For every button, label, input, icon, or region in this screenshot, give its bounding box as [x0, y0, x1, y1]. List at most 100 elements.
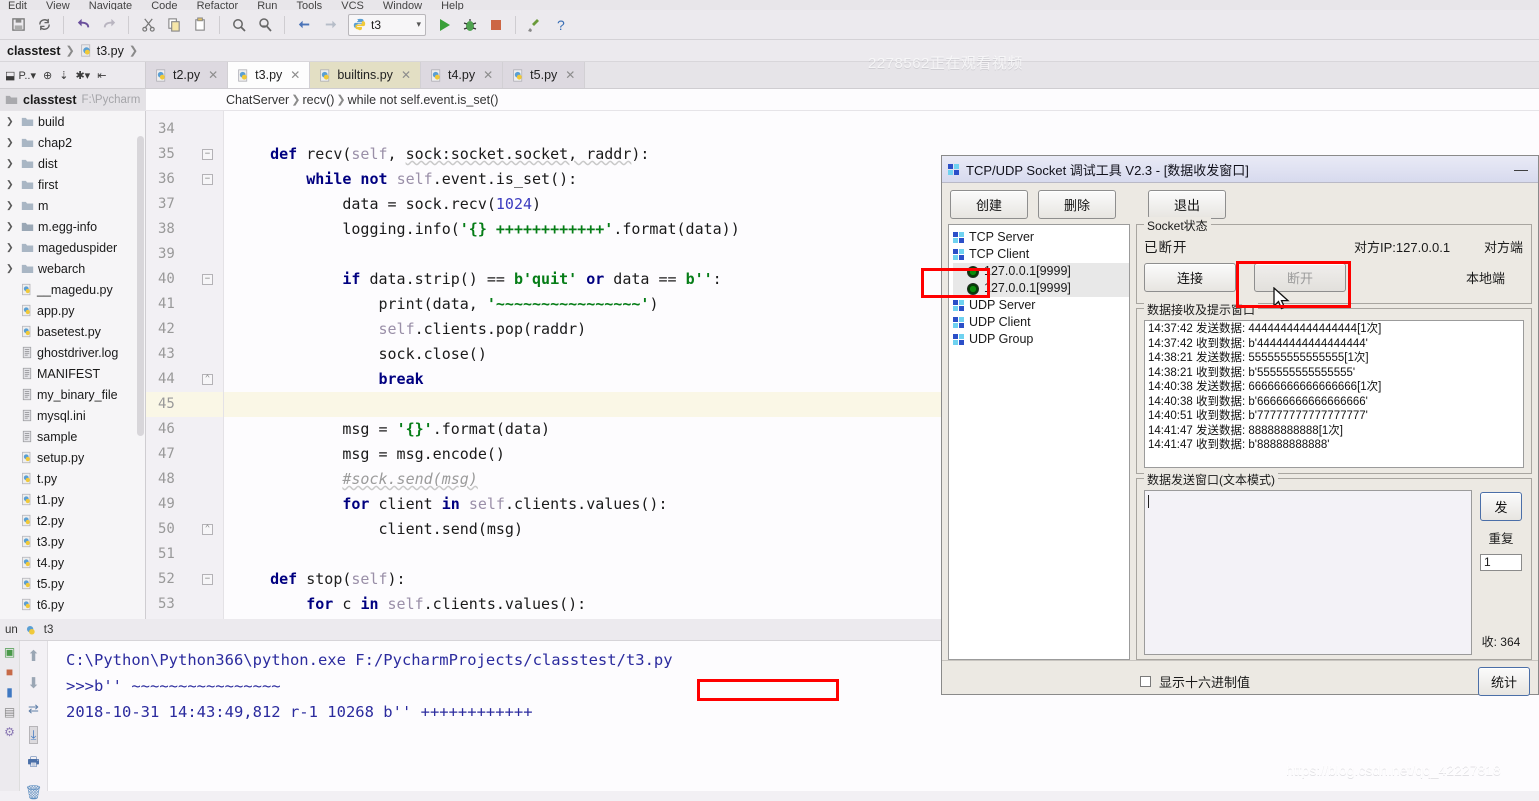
editor-tab-t3[interactable]: t3.py ✕: [228, 62, 311, 88]
send-button[interactable]: 发: [1480, 492, 1522, 521]
soft-wrap-icon[interactable]: ⇄: [28, 701, 39, 717]
forward-icon[interactable]: [318, 13, 342, 37]
editor-tab-t2[interactable]: t2.py ✕: [146, 62, 229, 88]
chevron-right-icon[interactable]: ❯: [6, 137, 17, 148]
tree-folder-m-egg-info[interactable]: ❯ m.egg-info: [0, 216, 145, 237]
tree-node-connection-2[interactable]: 127.0.0.1[9999]: [953, 280, 1129, 297]
menu-item-tools[interactable]: Tools: [296, 1, 322, 11]
back-icon[interactable]: [292, 13, 316, 37]
copy-icon[interactable]: [162, 13, 186, 37]
tree-folder-first[interactable]: ❯ first: [0, 174, 145, 195]
tree-file-t3-py[interactable]: t3.py: [0, 531, 145, 552]
stats-button[interactable]: 统计: [1478, 667, 1530, 696]
close-icon[interactable]: ✕: [290, 68, 300, 82]
code-breadcrumb-block[interactable]: while not self.event.is_set(): [348, 93, 499, 107]
sync-icon[interactable]: [32, 13, 56, 37]
tree-file-t2-py[interactable]: t2.py: [0, 510, 145, 531]
scroll-up-icon[interactable]: ⬆: [27, 647, 40, 665]
tree-node-udp-client[interactable]: UDP Client: [953, 314, 1129, 331]
tree-node-connection-1[interactable]: 127.0.0.1[9999]: [953, 263, 1129, 280]
debug-icon[interactable]: [458, 13, 482, 37]
find-replace-icon[interactable]: [253, 13, 277, 37]
menu-bar[interactable]: Edit View Navigate Code Refactor Run Too…: [0, 0, 1539, 10]
tree-folder-dist[interactable]: ❯ dist: [0, 153, 145, 174]
tree-folder-m[interactable]: ❯ m: [0, 195, 145, 216]
fold-toggle-icon[interactable]: −: [202, 274, 213, 285]
tree-folder-chap2[interactable]: ❯ chap2: [0, 132, 145, 153]
help-icon[interactable]: ?: [549, 13, 573, 37]
breadcrumb-item-project[interactable]: classtest: [4, 44, 64, 58]
tree-file-my-binary-file[interactable]: my_binary_file: [0, 384, 145, 405]
disconnect-button[interactable]: 断开: [1254, 263, 1346, 292]
undo-icon[interactable]: [71, 13, 95, 37]
tree-file-t5-py[interactable]: t5.py: [0, 573, 145, 594]
locate-icon[interactable]: ⊕: [43, 69, 52, 82]
run-icon[interactable]: [432, 13, 456, 37]
redo-icon[interactable]: [97, 13, 121, 37]
paste-icon[interactable]: [188, 13, 212, 37]
fold-toggle-icon[interactable]: −: [202, 574, 213, 585]
close-icon[interactable]: ✕: [483, 68, 493, 82]
tree-file-app-py[interactable]: app.py: [0, 300, 145, 321]
chevron-right-icon[interactable]: ❯: [6, 263, 17, 274]
chevron-right-icon[interactable]: ❯: [6, 200, 17, 211]
close-icon[interactable]: ✕: [208, 68, 218, 82]
editor-tab-t4[interactable]: t4.py ✕: [421, 62, 504, 88]
scroll-down-icon[interactable]: ⬇: [27, 674, 40, 692]
exit-button[interactable]: 退出: [1148, 190, 1226, 219]
tree-node-udp-server[interactable]: UDP Server: [953, 297, 1129, 314]
minimize-button[interactable]: —: [1514, 161, 1532, 177]
breadcrumb-item-file[interactable]: t3.py: [77, 44, 127, 58]
chevron-right-icon[interactable]: ❯: [6, 158, 17, 169]
stop-icon[interactable]: ■: [6, 665, 13, 679]
code-breadcrumb-class[interactable]: ChatServer: [226, 93, 289, 107]
menu-item-run[interactable]: Run: [257, 1, 277, 11]
tree-file-magedu[interactable]: __magedu.py: [0, 279, 145, 300]
print-icon[interactable]: 🖶: [27, 753, 39, 775]
menu-item-navigate[interactable]: Navigate: [89, 1, 132, 11]
editor-tab-t5[interactable]: t5.py ✕: [503, 62, 586, 88]
tree-file-sample[interactable]: sample: [0, 426, 145, 447]
project-root-header[interactable]: classtest F:\Pycharm: [0, 89, 146, 110]
send-textarea[interactable]: [1144, 490, 1472, 655]
connection-tree[interactable]: TCP Server TCP Client 127.0.0.1[9999] 12…: [948, 224, 1130, 660]
chevron-right-icon[interactable]: ❯: [6, 242, 17, 253]
hex-display-checkbox[interactable]: [1140, 676, 1151, 687]
chevron-right-icon[interactable]: ❯: [6, 116, 17, 127]
chevron-right-icon[interactable]: ❯: [6, 179, 17, 190]
menu-item-window[interactable]: Window: [383, 1, 422, 11]
tree-file-basetest-py[interactable]: basetest.py: [0, 321, 145, 342]
stop-icon[interactable]: [484, 13, 508, 37]
editor-gutter[interactable]: 34 35− 36− 37 38 39 40− 41 42 43 44 ⌃ 45 …: [146, 111, 224, 627]
tree-file-t-py[interactable]: t.py: [0, 468, 145, 489]
pause-icon[interactable]: ▤: [4, 705, 15, 719]
recv-log-box[interactable]: 14:37:42 发送数据: 44444444444444444[1次] 14:…: [1144, 320, 1524, 468]
connect-button[interactable]: 连接: [1144, 263, 1236, 292]
delete-button[interactable]: 删除: [1038, 190, 1116, 219]
fold-toggle-icon[interactable]: −: [202, 174, 213, 185]
hide-icon[interactable]: ⇤: [97, 69, 106, 82]
menu-item-code[interactable]: Code: [151, 1, 177, 11]
settings-icon[interactable]: ✱▾: [75, 69, 90, 82]
tree-file-manifest[interactable]: MANIFEST: [0, 363, 145, 384]
run-configuration-selector[interactable]: t3 ▾: [348, 13, 426, 36]
menu-item-edit[interactable]: Edit: [8, 1, 27, 11]
trash-icon[interactable]: 🗑: [25, 784, 43, 801]
chevron-right-icon[interactable]: ❯: [6, 221, 17, 232]
find-icon[interactable]: [227, 13, 251, 37]
close-icon[interactable]: ✕: [401, 68, 411, 82]
close-icon[interactable]: ✕: [565, 68, 575, 82]
save-all-icon[interactable]: [6, 13, 30, 37]
menu-item-view[interactable]: View: [46, 1, 70, 11]
tree-node-udp-group[interactable]: UDP Group: [953, 331, 1129, 348]
tree-file-ghostdriver-log[interactable]: ghostdriver.log: [0, 342, 145, 363]
settings-icon[interactable]: ⚙: [4, 725, 15, 739]
collapse-all-icon[interactable]: ⇣: [59, 69, 68, 82]
tree-node-tcp-server[interactable]: TCP Server: [953, 229, 1129, 246]
fold-toggle-icon[interactable]: −: [202, 149, 213, 160]
create-button[interactable]: 创建: [950, 190, 1028, 219]
tree-file-t4-py[interactable]: t4.py: [0, 552, 145, 573]
settings-icon[interactable]: [523, 13, 547, 37]
tree-file-t1-py[interactable]: t1.py: [0, 489, 145, 510]
cut-icon[interactable]: [136, 13, 160, 37]
